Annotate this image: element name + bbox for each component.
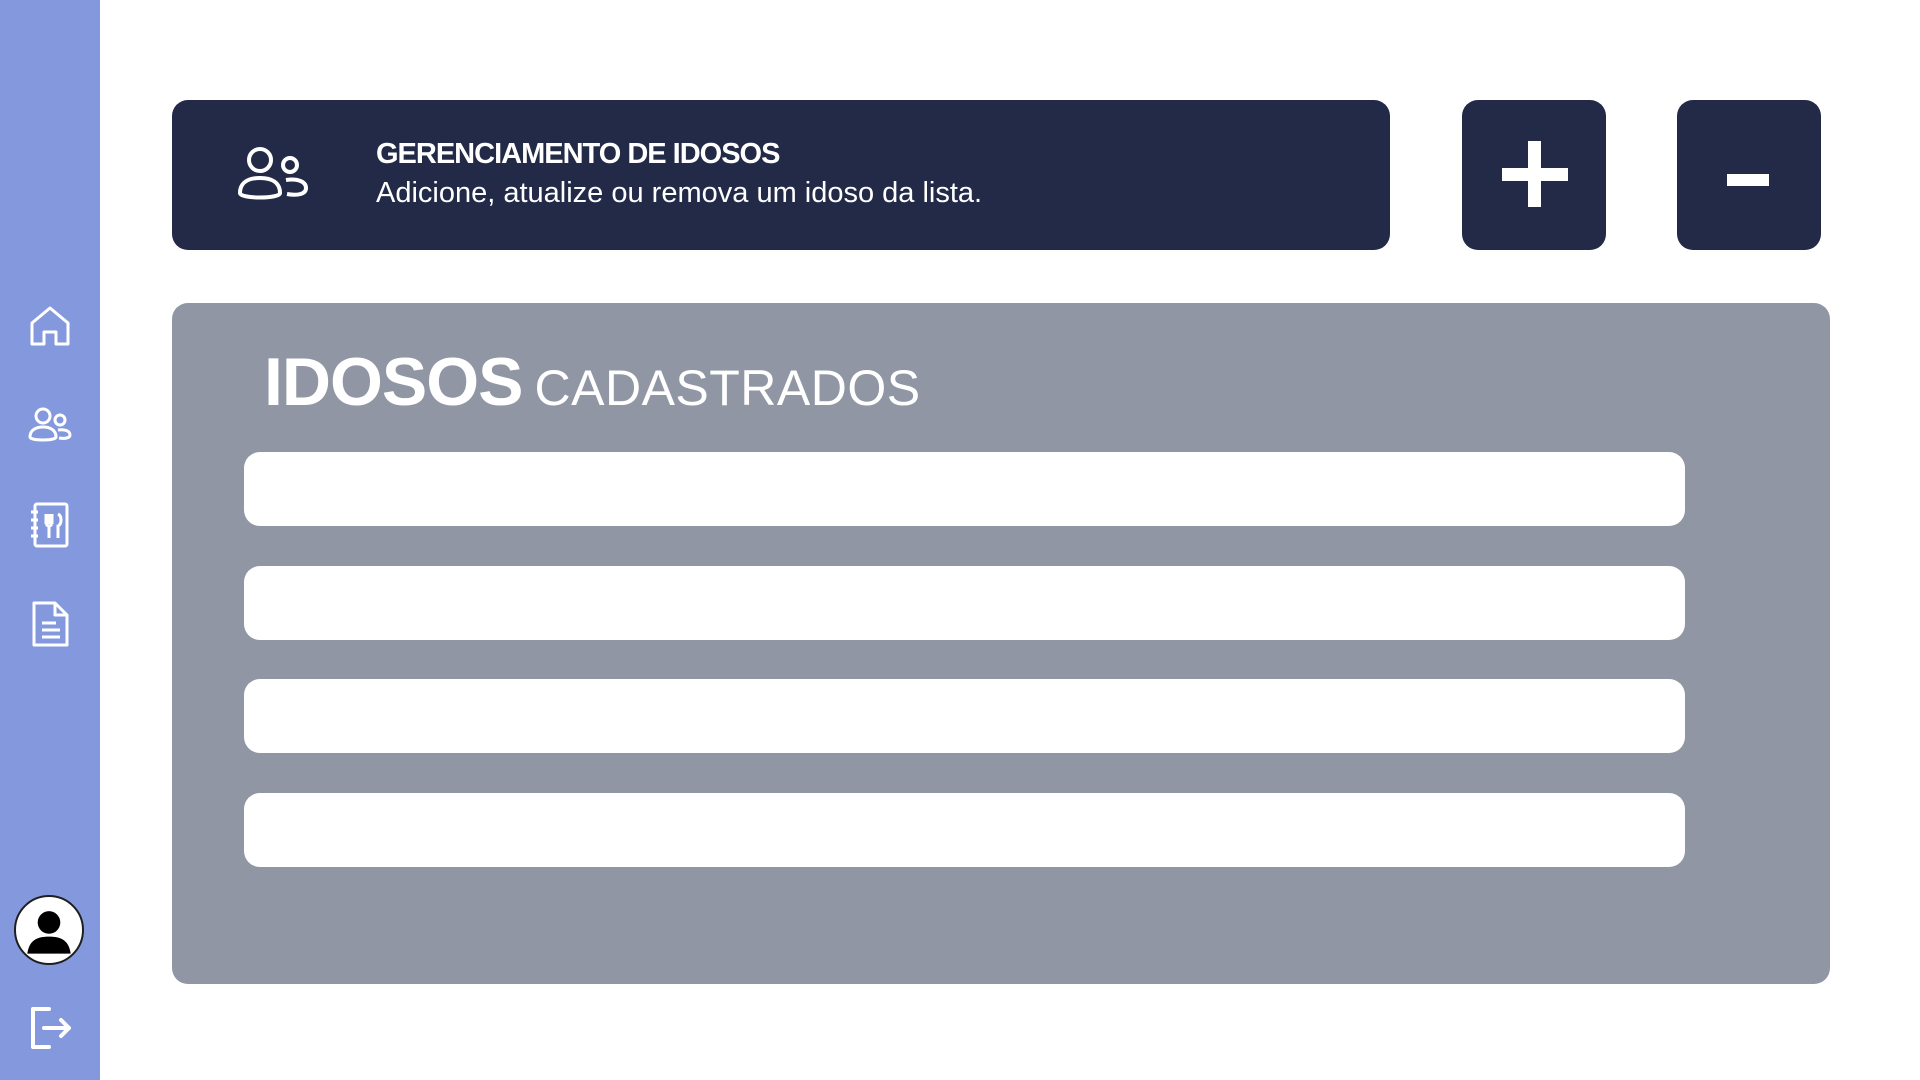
idosos-list-panel: IDOSOS CADASTRADOS [172, 303, 1830, 984]
remove-idoso-button[interactable] [1677, 100, 1821, 250]
logout-button[interactable] [22, 1000, 78, 1056]
menu-book-icon [31, 502, 69, 548]
list-title-bold: IDOSOS [264, 344, 523, 420]
header-card: GERENCIAMENTO DE IDOSOS Adicione, atuali… [172, 100, 1390, 250]
list-item[interactable] [244, 566, 1685, 640]
page-subtitle: Adicione, atualize ou remova um idoso da… [376, 177, 983, 209]
avatar[interactable] [14, 895, 84, 965]
user-avatar-icon [27, 911, 71, 954]
sidebar-item-cardapio[interactable] [22, 497, 78, 553]
list-item[interactable] [244, 679, 1685, 753]
sidebar-item-relatorios[interactable] [22, 596, 78, 652]
sidebar [0, 0, 100, 1080]
users-icon [28, 407, 72, 442]
list-title: IDOSOS CADASTRADOS [264, 343, 921, 421]
list-item[interactable] [244, 793, 1685, 867]
logout-icon [31, 1007, 71, 1049]
document-icon [32, 601, 69, 647]
page-title: GERENCIAMENTO DE IDOSOS [376, 138, 780, 170]
home-icon [30, 306, 70, 346]
list-title-light: CADASTRADOS [534, 360, 921, 416]
sidebar-item-home[interactable] [22, 298, 78, 354]
users-icon [237, 147, 309, 200]
add-idoso-button[interactable] [1462, 100, 1606, 250]
list-item[interactable] [244, 452, 1685, 526]
sidebar-item-idosos[interactable] [22, 397, 78, 453]
